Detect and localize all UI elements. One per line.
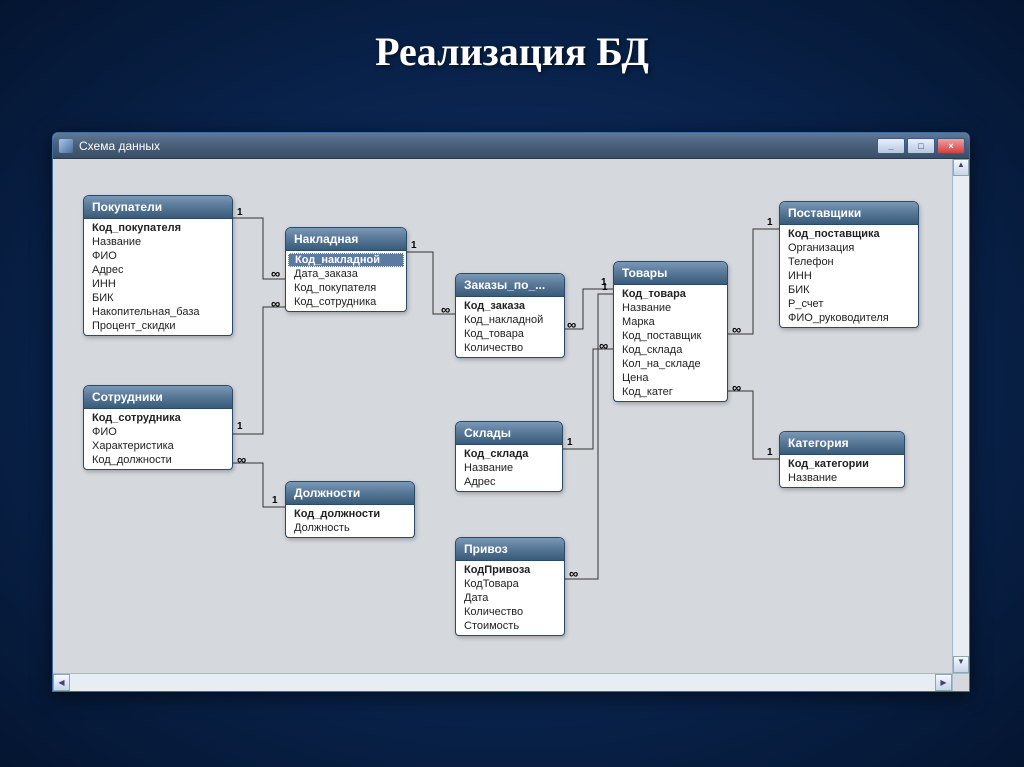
table-title: Склады bbox=[456, 422, 562, 445]
db-schema-window: Схема данных _ □ × bbox=[52, 132, 970, 692]
table-title: Сотрудники bbox=[84, 386, 232, 409]
horizontal-scrollbar[interactable]: ◀ ▶ bbox=[53, 673, 969, 691]
card-label: 1 bbox=[237, 207, 243, 218]
table-field[interactable]: Дата bbox=[456, 591, 564, 605]
window-title: Схема данных bbox=[79, 139, 877, 153]
table-customers[interactable]: Покупатели Код_покупателя Название ФИО А… bbox=[83, 195, 233, 336]
close-button[interactable]: × bbox=[937, 138, 965, 154]
table-field[interactable]: БИК bbox=[780, 283, 918, 297]
table-field[interactable]: БИК bbox=[84, 291, 232, 305]
card-label: ∞ bbox=[271, 266, 280, 281]
table-field[interactable]: Название bbox=[614, 301, 727, 315]
table-suppliers[interactable]: Поставщики Код_поставщика Организация Те… bbox=[779, 201, 919, 328]
table-field[interactable]: Код_сотрудника bbox=[84, 411, 232, 425]
table-field[interactable]: ИНН bbox=[84, 277, 232, 291]
table-field[interactable]: Код_накладной bbox=[456, 313, 564, 327]
table-field[interactable]: КодПривоза bbox=[456, 563, 564, 577]
table-orders[interactable]: Заказы_по_... Код_заказа Код_накладной К… bbox=[455, 273, 565, 358]
table-field[interactable]: Накопительная_база bbox=[84, 305, 232, 319]
table-positions[interactable]: Должности Код_должности Должность bbox=[285, 481, 415, 538]
table-field[interactable]: Р_счет bbox=[780, 297, 918, 311]
table-goods[interactable]: Товары Код_товара Название Марка Код_пос… bbox=[613, 261, 728, 402]
card-label: ∞ bbox=[567, 317, 576, 332]
card-label: 1 bbox=[602, 282, 608, 293]
card-label: ∞ bbox=[271, 296, 280, 311]
table-field[interactable]: Код_заказа bbox=[456, 299, 564, 313]
scroll-left-button[interactable]: ◀ bbox=[53, 674, 70, 691]
table-field[interactable]: Дата_заказа bbox=[286, 267, 406, 281]
table-field[interactable]: Код_покупателя bbox=[84, 221, 232, 235]
table-field[interactable]: Количество bbox=[456, 341, 564, 355]
table-field[interactable]: Стоимость bbox=[456, 619, 564, 633]
table-field[interactable]: Должность bbox=[286, 521, 414, 535]
table-field[interactable]: Код_должности bbox=[84, 453, 232, 467]
scroll-right-button[interactable]: ▶ bbox=[935, 674, 952, 691]
table-field[interactable]: Адрес bbox=[84, 263, 232, 277]
card-label: ∞ bbox=[237, 452, 246, 467]
table-title: Привоз bbox=[456, 538, 564, 561]
table-field[interactable]: Код_сотрудника bbox=[286, 295, 406, 309]
table-field[interactable]: Название bbox=[84, 235, 232, 249]
table-field[interactable]: Код_товара bbox=[614, 287, 727, 301]
scroll-up-button[interactable]: ▲ bbox=[953, 159, 969, 176]
table-field[interactable]: ФИО_руководителя bbox=[780, 311, 918, 325]
app-icon bbox=[59, 139, 73, 153]
minimize-button[interactable]: _ bbox=[877, 138, 905, 154]
table-field[interactable]: Код_товара bbox=[456, 327, 564, 341]
table-field[interactable]: Количество bbox=[456, 605, 564, 619]
table-employees[interactable]: Сотрудники Код_сотрудника ФИО Характерис… bbox=[83, 385, 233, 470]
card-label: ∞ bbox=[732, 380, 741, 395]
window-titlebar[interactable]: Схема данных _ □ × bbox=[53, 133, 969, 159]
table-field[interactable]: Кол_на_складе bbox=[614, 357, 727, 371]
table-category[interactable]: Категория Код_категории Название bbox=[779, 431, 905, 488]
table-field[interactable]: Код_склада bbox=[614, 343, 727, 357]
table-title: Покупатели bbox=[84, 196, 232, 219]
table-field[interactable]: Код_покупателя bbox=[286, 281, 406, 295]
table-warehouses[interactable]: Склады Код_склада Название Адрес bbox=[455, 421, 563, 492]
card-label: ∞ bbox=[441, 302, 450, 317]
table-field[interactable]: Цена bbox=[614, 371, 727, 385]
table-field[interactable]: Характеристика bbox=[84, 439, 232, 453]
table-field[interactable]: Код_склада bbox=[456, 447, 562, 461]
vertical-scrollbar[interactable]: ▲ ▼ bbox=[952, 159, 969, 673]
table-title: Товары bbox=[614, 262, 727, 285]
schema-canvas[interactable]: 1 ∞ 1 ∞ ∞ 1 1 ∞ 1 ∞ 1 ∞ 1 ∞ 1 ∞ 1 ∞ Поку… bbox=[53, 159, 969, 673]
table-field[interactable]: ИНН bbox=[780, 269, 918, 283]
table-field[interactable]: КодТовара bbox=[456, 577, 564, 591]
table-field[interactable]: Адрес bbox=[456, 475, 562, 489]
table-field[interactable]: Организация bbox=[780, 241, 918, 255]
card-label: 1 bbox=[272, 495, 278, 506]
table-title: Накладная bbox=[286, 228, 406, 251]
card-label: 1 bbox=[237, 421, 243, 432]
card-label: 1 bbox=[567, 437, 573, 448]
card-label: 1 bbox=[767, 217, 773, 228]
card-label: 1 bbox=[411, 240, 417, 251]
table-field[interactable]: Название bbox=[780, 471, 904, 485]
table-field[interactable]: Код_поставщика bbox=[780, 227, 918, 241]
table-field[interactable]: Процент_скидки bbox=[84, 319, 232, 333]
table-field[interactable]: ФИО bbox=[84, 249, 232, 263]
card-label: 1 bbox=[767, 447, 773, 458]
table-title: Должности bbox=[286, 482, 414, 505]
table-field[interactable]: Код_должности bbox=[286, 507, 414, 521]
table-field[interactable]: Код_накладной bbox=[288, 253, 404, 267]
table-title: Категория bbox=[780, 432, 904, 455]
table-field[interactable]: Телефон bbox=[780, 255, 918, 269]
table-field[interactable]: Марка bbox=[614, 315, 727, 329]
scroll-down-button[interactable]: ▼ bbox=[953, 656, 969, 673]
table-field[interactable]: Код_категории bbox=[780, 457, 904, 471]
slide-title: Реализация БД bbox=[0, 0, 1024, 85]
table-invoice[interactable]: Накладная Код_накладной Дата_заказа Код_… bbox=[285, 227, 407, 312]
card-label: ∞ bbox=[732, 322, 741, 337]
table-field[interactable]: Код_поставщик bbox=[614, 329, 727, 343]
table-field[interactable]: ФИО bbox=[84, 425, 232, 439]
table-field[interactable]: Код_катег bbox=[614, 385, 727, 399]
card-label: ∞ bbox=[569, 566, 578, 581]
table-title: Поставщики bbox=[780, 202, 918, 225]
maximize-button[interactable]: □ bbox=[907, 138, 935, 154]
table-title: Заказы_по_... bbox=[456, 274, 564, 297]
card-label: ∞ bbox=[599, 338, 608, 353]
table-field[interactable]: Название bbox=[456, 461, 562, 475]
table-delivery[interactable]: Привоз КодПривоза КодТовара Дата Количес… bbox=[455, 537, 565, 636]
